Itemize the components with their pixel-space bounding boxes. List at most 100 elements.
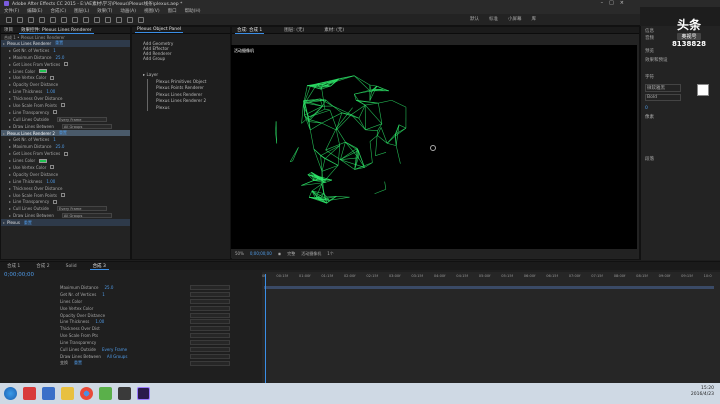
- folder-icon[interactable]: [61, 387, 74, 400]
- tab-project[interactable]: 项目: [4, 27, 13, 33]
- dropdown[interactable]: Every Frame: [56, 206, 107, 212]
- workspace-standard[interactable]: 标准: [489, 16, 498, 22]
- parent-field[interactable]: [190, 284, 230, 290]
- work-area-bar[interactable]: [264, 286, 714, 289]
- effect-property[interactable]: ▸ Maximum Distance 25.0: [1, 54, 130, 61]
- selection-tool-icon[interactable]: [17, 16, 23, 23]
- menu-layer[interactable]: 图层(L): [74, 8, 89, 14]
- tab-footage[interactable]: 素材: (无): [324, 27, 344, 33]
- pan-tool-icon[interactable]: [72, 16, 78, 23]
- menu-help[interactable]: 帮助(H): [185, 8, 201, 14]
- parent-field[interactable]: [190, 360, 230, 366]
- dropdown[interactable]: All Groups: [61, 213, 112, 219]
- character-panel-label[interactable]: 字符: [645, 74, 654, 80]
- composition-canvas[interactable]: 活动摄像机: [231, 45, 637, 249]
- timeline-property-value[interactable]: 1.00: [95, 319, 104, 324]
- effect-property[interactable]: ▸ Line Transparency: [1, 198, 130, 205]
- menu-animation[interactable]: 动画(A): [120, 8, 136, 14]
- parent-field[interactable]: [190, 305, 230, 311]
- menu-edit[interactable]: 编辑(E): [27, 8, 42, 14]
- timeline-property-value[interactable]: 1: [102, 292, 105, 297]
- effect-property[interactable]: ▸ Use Vertex Color: [1, 74, 130, 81]
- parent-field[interactable]: [190, 353, 230, 359]
- app-m-icon[interactable]: [42, 387, 55, 400]
- effect-property[interactable]: ▸ Lines Color: [1, 157, 130, 164]
- workspace-small[interactable]: 小屏幕: [508, 16, 522, 22]
- effect-property[interactable]: ▸ Maximum Distance 25.0: [1, 143, 130, 150]
- timeline-row[interactable]: 变换 重置: [0, 360, 262, 367]
- tree-item-lines-renderer-2[interactable]: Plexus Lines Renderer 2: [156, 98, 206, 105]
- font-select[interactable]: 微软雅黑: [645, 84, 681, 92]
- effect-property-value[interactable]: 25.0: [55, 55, 64, 60]
- checkbox[interactable]: [50, 165, 55, 170]
- resolution-select[interactable]: 完整: [287, 251, 295, 257]
- info-panel-label[interactable]: 信息: [645, 28, 654, 34]
- effect-property[interactable]: ▸ Line Transparency: [1, 109, 130, 116]
- effect-property-value[interactable]: 1: [53, 48, 56, 53]
- playhead[interactable]: [265, 274, 266, 384]
- tree-item-plexus[interactable]: Plexus: [156, 105, 206, 112]
- maximize-button[interactable]: □: [609, 0, 614, 6]
- effect-property[interactable]: ▸ Use Vertex Color: [1, 164, 130, 171]
- effect-property[interactable]: ▸ Cull Lines Outside Every Frame: [1, 116, 130, 123]
- effects-presets-label[interactable]: 效果和预设: [645, 57, 668, 63]
- tl-tab-comp3[interactable]: 合成 3: [89, 263, 109, 270]
- effect-property-value[interactable]: 重置: [24, 220, 32, 226]
- stamp-tool-icon[interactable]: [127, 16, 133, 23]
- tree-item-points-renderer[interactable]: Plexus Points Renderer: [156, 85, 206, 92]
- browser-icon[interactable]: [23, 387, 36, 400]
- ae-taskbar-icon[interactable]: [137, 387, 150, 400]
- tab-layer[interactable]: 图层: (无): [284, 27, 304, 33]
- checkbox[interactable]: [53, 110, 58, 115]
- effect-property[interactable]: ▸ Get Lines From Vertices: [1, 150, 130, 157]
- menu-window[interactable]: 窗口: [168, 8, 177, 14]
- effect-property[interactable]: ▸ Get Nr. of Vertices 1: [1, 136, 130, 143]
- parent-field[interactable]: [190, 312, 230, 318]
- zoom-tool-icon[interactable]: [39, 16, 45, 23]
- effect-property[interactable]: ▸ Thickness Over Distance: [1, 185, 130, 192]
- camera-select[interactable]: 活动摄像机: [301, 251, 321, 257]
- fill-color-swatch[interactable]: [697, 84, 709, 96]
- timeline-timecode[interactable]: 0;00;00;00: [4, 272, 34, 278]
- type-tool-icon[interactable]: [105, 16, 111, 23]
- color-swatch[interactable]: [39, 158, 48, 163]
- checkbox[interactable]: [60, 103, 65, 108]
- effect-property[interactable]: ▸ Get Lines From Vertices: [1, 61, 130, 68]
- timeline-row[interactable]: Use Vertex Color: [0, 305, 262, 312]
- hand-tool-icon[interactable]: [28, 16, 34, 23]
- camera-icon[interactable]: ◉: [278, 251, 282, 256]
- time-ruler[interactable]: 0f 00:15f 01:00f 01:15f 02:00f 02:15f 03:00f 03…: [262, 274, 712, 282]
- close-button[interactable]: ×: [620, 0, 624, 6]
- effect-header[interactable]: ▸ Plexus 重置: [1, 219, 130, 227]
- parent-field[interactable]: [190, 340, 230, 346]
- timeline-row[interactable]: Get Nr. of Vertices 1: [0, 291, 262, 298]
- effect-property[interactable]: ▸ Lines Color: [1, 68, 130, 75]
- timeline-row[interactable]: Cull Lines Outside Every Frame: [0, 346, 262, 353]
- effect-property-value[interactable]: 重置: [59, 130, 67, 136]
- tl-tab-comp1[interactable]: 合成 1: [4, 263, 23, 269]
- tab-composition[interactable]: 合成: 合成 1: [235, 27, 265, 34]
- effect-property-value[interactable]: 1.00: [46, 179, 55, 184]
- anchor-crosshair-icon[interactable]: [430, 145, 436, 151]
- rotate-tool-icon[interactable]: [50, 16, 56, 23]
- tl-tab-solid[interactable]: Solid: [63, 264, 80, 269]
- preview-panel-label[interactable]: 预览: [645, 48, 654, 54]
- effect-property-value[interactable]: 25.0: [55, 144, 64, 149]
- effect-property[interactable]: ▸ Line Thickness 1.00: [1, 88, 130, 95]
- workspace-library[interactable]: 库: [532, 16, 537, 22]
- checkbox[interactable]: [53, 199, 58, 204]
- effect-property-value[interactable]: 1.00: [46, 89, 55, 94]
- checkbox[interactable]: [50, 75, 55, 80]
- workspace-default[interactable]: 默认: [470, 16, 479, 22]
- plexus-panel-title[interactable]: Plexus Object Panel: [135, 27, 184, 33]
- menu-effect[interactable]: 效果(T): [97, 8, 112, 14]
- dropdown[interactable]: All Groups: [61, 123, 112, 129]
- tab-effect-controls[interactable]: 效果控件: Plexus Lines Renderer: [19, 27, 94, 34]
- home-tool-icon[interactable]: [6, 16, 12, 23]
- effect-property[interactable]: ▸ Thickness Over Distance: [1, 95, 130, 102]
- add-group-item[interactable]: Add Group: [143, 56, 173, 61]
- timeline-property-value[interactable]: All Groups: [107, 354, 128, 359]
- timeline-row[interactable]: Thickness Over Dist: [0, 325, 262, 332]
- parent-field[interactable]: [190, 326, 230, 332]
- effect-header[interactable]: ▸ Plexus Lines Renderer 2 重置: [1, 129, 130, 137]
